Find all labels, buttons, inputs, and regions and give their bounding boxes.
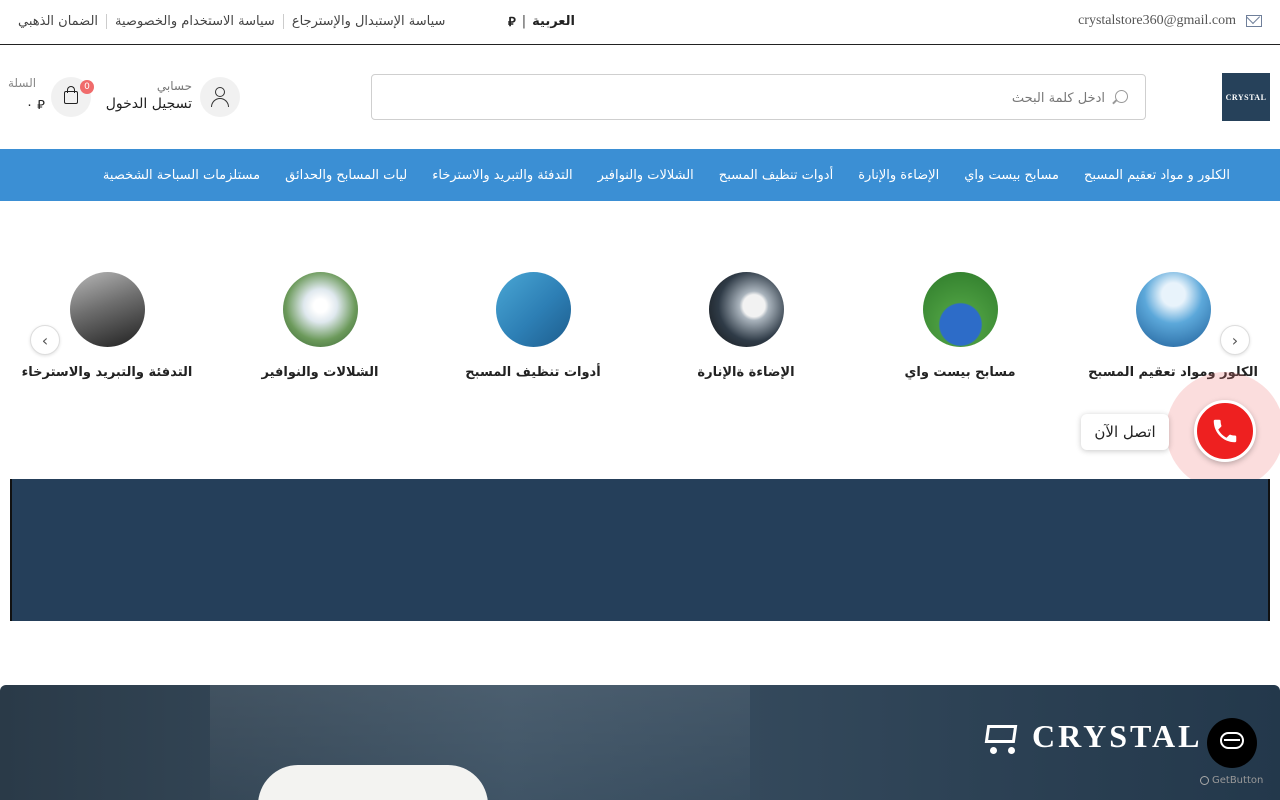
- shopping-cart-icon: [980, 719, 1020, 755]
- user-icon[interactable]: [200, 77, 240, 117]
- call-now-label[interactable]: اتصل الآن: [1081, 414, 1169, 450]
- phone-icon: [1213, 419, 1237, 443]
- site-logo[interactable]: CRYSTAL: [1222, 73, 1270, 121]
- golden-warranty-link[interactable]: الضمان الذهبي: [18, 14, 98, 29]
- nav-item-heating[interactable]: التدفئة والتبريد والاسترخاء: [432, 168, 572, 183]
- nav-item-fountains[interactable]: الشلالات والنوافير: [598, 168, 694, 183]
- category-card-heating[interactable]: التدفئة والتبريد والاسترخاء: [17, 272, 197, 380]
- email-text[interactable]: crystalstore360@gmail.com: [1078, 13, 1236, 29]
- nav-item-cleaning-tools[interactable]: أدوات تنظيف المسبح: [719, 168, 833, 183]
- category-card-lighting[interactable]: الإضاءة ةالإنارة: [656, 272, 836, 380]
- language-label[interactable]: العربية: [532, 14, 575, 29]
- logo-text: CRYSTAL: [1225, 92, 1267, 102]
- promo-brand-logo: CRYSTAL: [980, 718, 1202, 755]
- category-label[interactable]: أدوات تنظيف المسبح: [443, 365, 623, 380]
- my-account-label: حسابي: [156, 79, 192, 93]
- category-card-cleaning[interactable]: أدوات تنظيف المسبح: [443, 272, 623, 380]
- hero-banner[interactable]: [10, 479, 1270, 621]
- getbutton-credit[interactable]: GetButton: [1200, 775, 1263, 786]
- nav-item-lighting[interactable]: الإضاءة والإنارة: [858, 168, 939, 183]
- search-box[interactable]: [371, 74, 1146, 120]
- envelope-icon: [1246, 15, 1262, 27]
- nav-item-chlorine[interactable]: الكلور و مواد تعقيم المسبح: [1084, 168, 1230, 183]
- contact-email[interactable]: crystalstore360@gmail.com: [1078, 13, 1262, 29]
- category-label[interactable]: التدفئة والتبريد والاسترخاء: [17, 365, 197, 380]
- category-label[interactable]: الشلالات والنوافير: [230, 365, 410, 380]
- category-label[interactable]: مسابح بيست واي: [870, 365, 1050, 380]
- getbutton-text[interactable]: GetButton: [1212, 775, 1263, 786]
- product-bucket-image: [258, 765, 488, 800]
- category-card-chlorine[interactable]: الكلور ومواد تعقيم المسبح: [1083, 272, 1263, 380]
- heater-image[interactable]: [69, 272, 145, 347]
- cleaning-tool-image[interactable]: [495, 272, 571, 347]
- light-image[interactable]: [708, 272, 784, 347]
- getbutton-icon: [1200, 776, 1209, 785]
- call-now-button[interactable]: [1194, 400, 1256, 462]
- nav-item-pool-lines[interactable]: ليات المسابح والحدائق: [285, 168, 407, 183]
- search-icon[interactable]: [1115, 90, 1128, 103]
- privacy-policy-link[interactable]: سياسة الاستخدام والخصوصية: [115, 14, 275, 29]
- login-link[interactable]: تسجيل الدخول: [100, 96, 192, 112]
- fountain-image[interactable]: [282, 272, 358, 347]
- search-input[interactable]: [425, 87, 1105, 109]
- nav-item-bestway-pools[interactable]: مسابح بيست واي: [964, 168, 1059, 183]
- promo-brand-text: CRYSTAL: [1032, 718, 1203, 754]
- policy-links: سياسة الإستبدال والإسترجاع سياسة الاستخد…: [18, 14, 445, 29]
- return-policy-link[interactable]: سياسة الإستبدال والإسترجاع: [292, 14, 446, 29]
- nav-item-personal-swim[interactable]: مستلزمات السباحة الشخصية: [103, 168, 260, 183]
- pool-image[interactable]: [922, 272, 998, 347]
- language-currency-switcher[interactable]: العربية | ⃁: [508, 13, 575, 30]
- category-label[interactable]: الإضاءة ةالإنارة: [656, 365, 836, 380]
- cart-count-badge: 0: [80, 80, 94, 94]
- chlorine-image[interactable]: [1135, 272, 1211, 347]
- currency-icon[interactable]: ⃁: [508, 13, 516, 30]
- chat-widget-button[interactable]: [1207, 718, 1257, 768]
- category-card-fountains[interactable]: الشلالات والنوافير: [230, 272, 410, 380]
- cart-label: السلة: [8, 76, 37, 90]
- main-nav: الكلور و مواد تعقيم المسبح مسابح بيست وا…: [0, 149, 1280, 201]
- category-card-pools[interactable]: مسابح بيست واي: [870, 272, 1050, 380]
- cart-total: ٠ ⃁: [26, 98, 45, 113]
- top-bar: crystalstore360@gmail.com العربية | ⃁ سي…: [0, 0, 1280, 45]
